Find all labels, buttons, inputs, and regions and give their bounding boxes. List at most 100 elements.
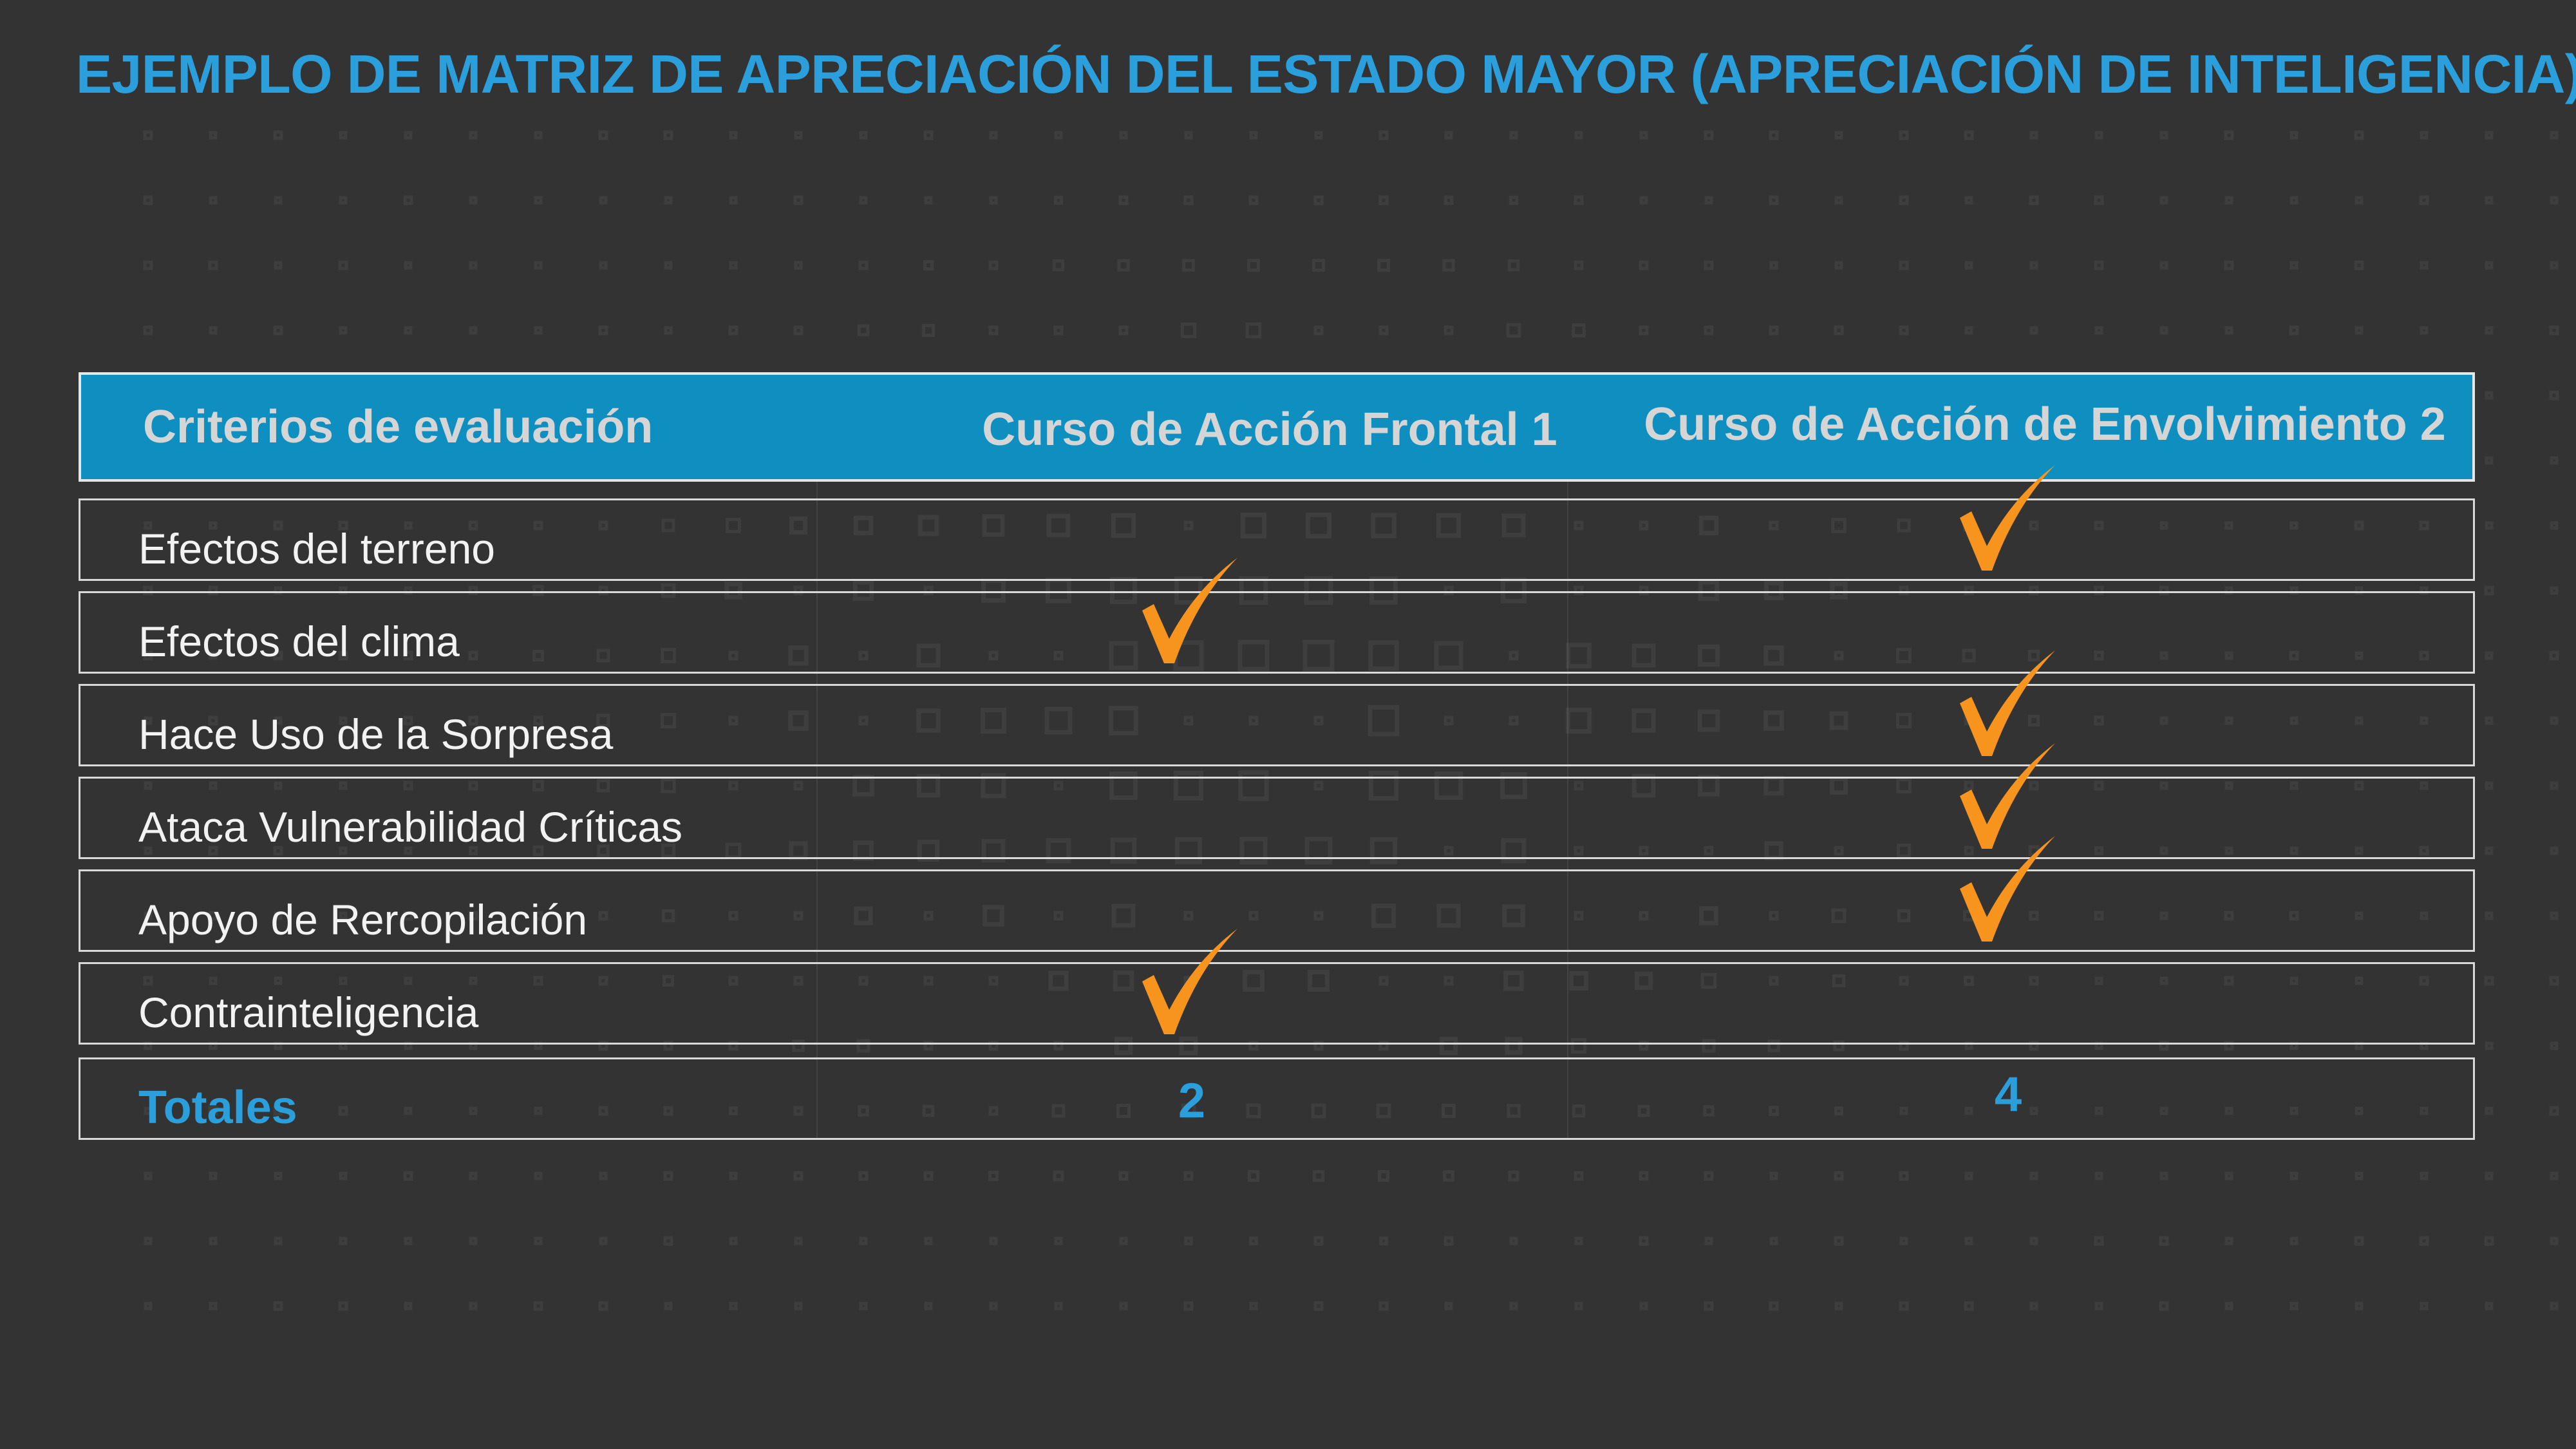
- pattern-square: [1119, 131, 1128, 140]
- pattern-square: [2354, 1236, 2364, 1246]
- pattern-square: [273, 1301, 283, 1311]
- pattern-square: [273, 325, 283, 336]
- pattern-square: [2549, 1106, 2559, 1116]
- pattern-square: [1572, 323, 1586, 337]
- pattern-square: [1899, 325, 1909, 336]
- pattern-square: [274, 1171, 283, 1180]
- pattern-square: [1313, 1236, 1324, 1246]
- pattern-square: [1964, 326, 1973, 335]
- pattern-square: [2224, 130, 2234, 140]
- pattern-square: [1118, 195, 1129, 205]
- pattern-square: [2550, 1302, 2559, 1311]
- pattern-square: [2550, 1236, 2559, 1245]
- pattern-square: [2159, 131, 2168, 140]
- pattern-square: [2549, 650, 2559, 661]
- checkmark-icon: [1142, 929, 1237, 1034]
- table-row: Hace Uso de la Sorpresa: [79, 684, 2475, 766]
- pattern-square: [663, 1236, 673, 1246]
- pattern-square: [1053, 195, 1064, 205]
- pattern-square: [598, 130, 608, 140]
- pattern-square: [664, 196, 673, 205]
- pattern-square: [989, 131, 998, 140]
- pattern-square: [2484, 585, 2494, 596]
- pattern-square: [534, 131, 543, 140]
- pattern-square: [1378, 195, 1389, 205]
- pattern-square: [404, 1236, 413, 1245]
- table-row: Efectos del clima: [79, 591, 2475, 674]
- pattern-square: [1377, 259, 1390, 272]
- pattern-square: [1248, 195, 1259, 205]
- pattern-square: [1054, 1302, 1063, 1311]
- pattern-square: [144, 1236, 153, 1245]
- table-row: Apoyo de Rercopilación: [79, 869, 2475, 952]
- pattern-square: [2419, 1236, 2429, 1246]
- pattern-square: [1704, 130, 1714, 140]
- pattern-square: [1769, 130, 1779, 140]
- pattern-square: [1119, 1302, 1128, 1311]
- pattern-square: [1574, 1302, 1583, 1311]
- pattern-square: [1574, 131, 1583, 140]
- pattern-square: [1574, 195, 1584, 205]
- pattern-square: [274, 261, 283, 270]
- pattern-square: [924, 1236, 933, 1245]
- pattern-square: [404, 131, 413, 140]
- pattern-square: [2159, 326, 2168, 335]
- table-header: Criterios de evaluación Curso de Acción …: [79, 372, 2475, 482]
- pattern-square: [1704, 260, 1714, 270]
- pattern-square: [1834, 1236, 1844, 1246]
- pattern-square: [2485, 196, 2494, 205]
- pattern-square: [1118, 1171, 1129, 1181]
- pattern-square: [1964, 1301, 1974, 1311]
- checkmark-icon: [1142, 558, 1237, 663]
- row-label: Apoyo de Rercopilación: [138, 896, 588, 943]
- pattern-square: [1834, 131, 1843, 140]
- pattern-square: [2029, 1302, 2038, 1311]
- pattern-square: [534, 326, 543, 335]
- pattern-square: [1313, 1301, 1324, 1311]
- pattern-square: [1639, 325, 1649, 336]
- pattern-square: [1378, 1301, 1389, 1311]
- pattern-square: [1508, 1170, 1519, 1182]
- header-course-envolvimiento: Curso de Acción de Envolvimiento 2: [1644, 399, 2446, 450]
- pattern-square: [793, 195, 804, 205]
- pattern-square: [1964, 1236, 1973, 1245]
- pattern-square: [857, 324, 870, 337]
- pattern-square: [144, 1171, 153, 1180]
- pattern-square: [1245, 322, 1262, 339]
- pattern-square: [209, 1302, 218, 1311]
- pattern-square: [2224, 260, 2234, 270]
- pattern-square: [2550, 521, 2559, 530]
- pattern-square: [2289, 1236, 2299, 1245]
- pattern-square: [729, 131, 738, 140]
- pattern-square: [1704, 1301, 1714, 1311]
- pattern-square: [339, 196, 348, 205]
- pattern-square: [404, 1302, 413, 1311]
- pattern-square: [2094, 1302, 2103, 1311]
- pattern-square: [1834, 325, 1844, 336]
- pattern-square: [2420, 1171, 2429, 1180]
- pattern-square: [2550, 846, 2559, 855]
- pattern-square: [1444, 1302, 1453, 1311]
- pattern-square: [1052, 259, 1065, 272]
- pattern-square: [2224, 326, 2233, 335]
- pattern-square: [403, 195, 413, 205]
- pattern-square: [1182, 259, 1195, 272]
- pattern-square: [2029, 195, 2039, 205]
- pattern-square: [1899, 1171, 1909, 1181]
- pattern-square: [1769, 1301, 1779, 1311]
- pattern-square: [989, 196, 998, 205]
- pattern-square: [1964, 130, 1974, 140]
- pattern-square: [2224, 1236, 2233, 1245]
- pattern-square: [274, 1236, 283, 1245]
- pattern-square: [339, 326, 348, 335]
- pattern-square: [729, 196, 738, 205]
- totals-row: Totales 2 4: [79, 1057, 2475, 1140]
- pattern-square: [2485, 846, 2494, 855]
- pattern-square: [1507, 259, 1520, 272]
- pattern-square: [1054, 131, 1063, 140]
- pattern-square: [1506, 323, 1521, 338]
- pattern-square: [2485, 1041, 2494, 1050]
- pattern-square: [1313, 325, 1324, 336]
- pattern-square: [209, 1171, 218, 1180]
- pattern-square: [729, 1236, 738, 1245]
